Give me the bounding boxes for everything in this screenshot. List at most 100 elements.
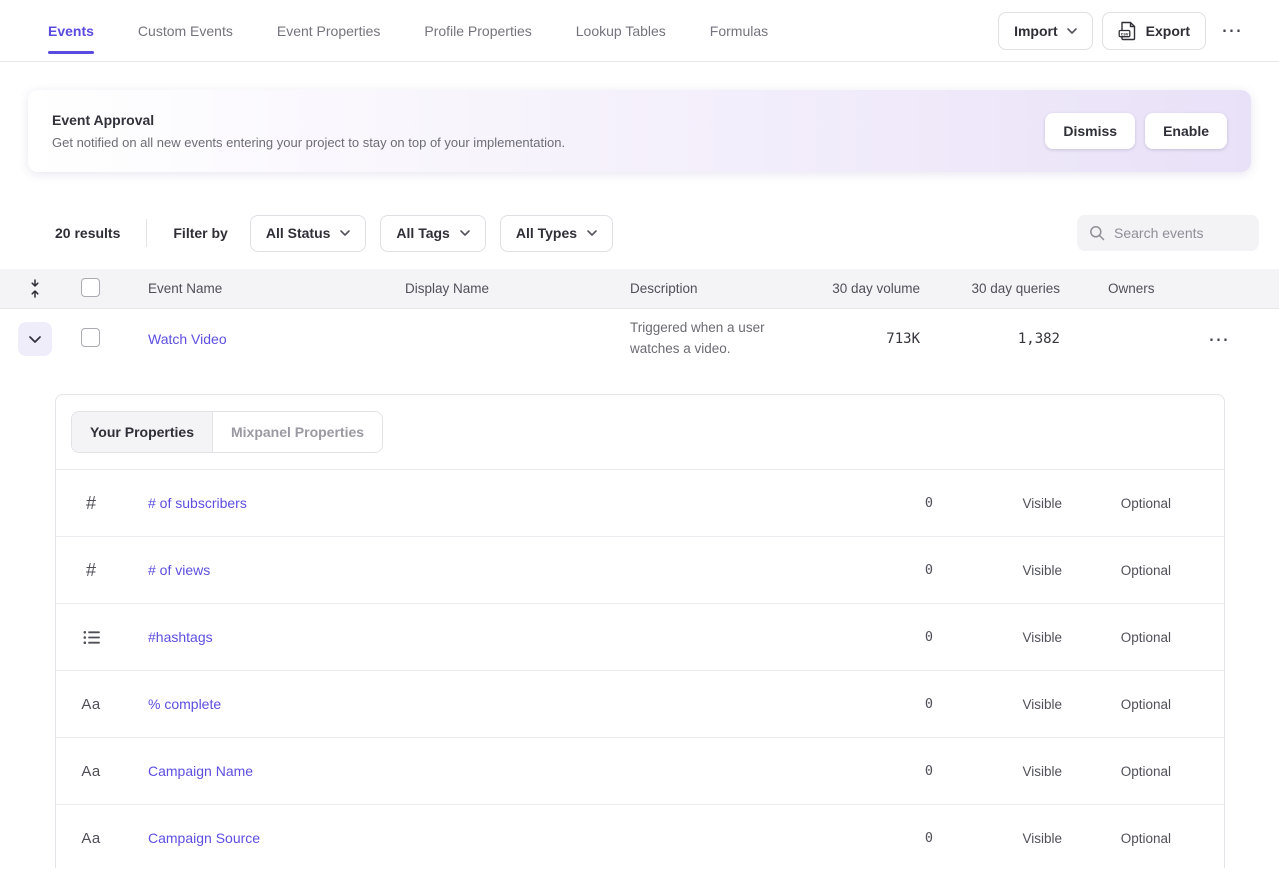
filter-dropdown[interactable]: All Status — [250, 215, 367, 252]
column-30-day-volume: 30 day volume — [810, 281, 920, 296]
chevron-down-icon — [340, 230, 350, 236]
property-name-link[interactable]: # of views — [148, 562, 210, 578]
filter-by-label: Filter by — [173, 225, 227, 241]
property-visibility: Visible — [933, 764, 1062, 779]
collapse-row-button[interactable] — [18, 322, 52, 356]
event-name-link[interactable]: Watch Video — [148, 331, 405, 347]
nav-tab[interactable]: Formulas — [710, 0, 768, 61]
property-name-link[interactable]: Campaign Name — [148, 763, 253, 779]
filter-dropdown-label: All Tags — [396, 225, 449, 241]
property-requirement: Optional — [1062, 831, 1171, 846]
properties-tab[interactable]: Mixpanel Properties — [212, 412, 382, 452]
import-button[interactable]: Import — [998, 12, 1093, 50]
import-button-label: Import — [1014, 23, 1058, 39]
property-count: 0 — [823, 763, 933, 779]
event-approval-banner: Event Approval Get notified on all new e… — [28, 90, 1251, 172]
chevron-down-icon — [587, 230, 597, 236]
nav-tab-label: Profile Properties — [424, 23, 531, 39]
nav-tab[interactable]: Events — [48, 0, 94, 61]
nav-tab[interactable]: Lookup Tables — [576, 0, 666, 61]
column-description: Description — [630, 281, 810, 296]
filter-toolbar: 20 results Filter by All Status All Tags… — [0, 214, 1279, 252]
property-name-link[interactable]: % complete — [148, 696, 221, 712]
svg-text:csv: csv — [1120, 31, 1128, 36]
property-type-icon: # Aa — [56, 493, 126, 514]
divider — [146, 219, 147, 247]
active-tab-underline — [48, 51, 94, 54]
export-button[interactable]: csv Export — [1102, 12, 1206, 50]
filter-dropdowns: All Status All Tags All Types — [250, 215, 613, 252]
text-type-icon: Aa — [81, 696, 100, 713]
search-box[interactable] — [1077, 215, 1259, 251]
list-type-icon — [83, 630, 100, 645]
filter-dropdown-label: All Types — [516, 225, 577, 241]
property-requirement: Optional — [1062, 697, 1171, 712]
property-row: # Aa Campaign Source 0 Visible Optional — [56, 805, 1224, 868]
nav-tab-label: Formulas — [710, 23, 768, 39]
property-row: # Aa Campaign Name 0 Visible Optional — [56, 738, 1224, 805]
search-input[interactable] — [1114, 225, 1247, 241]
collapse-all-icon[interactable] — [0, 279, 70, 298]
properties-tab-label: Your Properties — [90, 424, 194, 440]
nav-tab-label: Lookup Tables — [576, 23, 666, 39]
property-visibility: Visible — [933, 630, 1062, 645]
filter-dropdown[interactable]: All Tags — [380, 215, 485, 252]
filter-dropdown[interactable]: All Types — [500, 215, 613, 252]
column-owners: Owners — [1060, 281, 1279, 296]
csv-file-icon: csv — [1118, 21, 1137, 41]
property-row: # Aa # of views 0 Visible Optional — [56, 537, 1224, 604]
property-name-link[interactable]: # of subscribers — [148, 495, 247, 511]
properties-tabs: Your Properties Mixpanel Properties — [71, 411, 383, 453]
text-type-icon: Aa — [81, 763, 100, 780]
property-count: 0 — [823, 696, 933, 712]
column-30-day-queries: 30 day queries — [920, 281, 1060, 296]
chevron-down-icon — [1067, 28, 1077, 34]
results-count: 20 results — [55, 225, 120, 241]
dismiss-button[interactable]: Dismiss — [1045, 113, 1135, 149]
event-row: Watch Video Triggered when a user watche… — [0, 309, 1279, 369]
banner-description: Get notified on all new events entering … — [52, 135, 565, 150]
more-options-icon[interactable]: ⋯ — [1215, 20, 1249, 41]
banner-title: Event Approval — [52, 112, 565, 128]
filter-dropdown-label: All Status — [266, 225, 331, 241]
events-table-header: Event Name Display Name Description 30 d… — [0, 269, 1279, 309]
number-type-icon: # — [86, 493, 96, 514]
property-visibility: Visible — [933, 563, 1062, 578]
property-row: # Aa # of subscribers 0 Visible Optional — [56, 470, 1224, 537]
property-type-icon: # Aa — [56, 696, 126, 713]
properties-tab[interactable]: Your Properties — [72, 412, 212, 452]
column-display-name: Display Name — [405, 281, 630, 296]
properties-list: # Aa # of subscribers 0 Visible Optional — [56, 470, 1224, 868]
property-count: 0 — [823, 629, 933, 645]
properties-panel: Your Properties Mixpanel Properties # — [55, 394, 1225, 868]
property-count: 0 — [823, 495, 933, 511]
event-description: Triggered when a user watches a video. — [630, 318, 810, 360]
text-type-icon: Aa — [81, 830, 100, 847]
event-30-day-queries: 1,382 — [920, 331, 1060, 347]
enable-button[interactable]: Enable — [1145, 113, 1227, 149]
row-menu-icon[interactable]: ⋯ — [1202, 329, 1236, 350]
property-requirement: Optional — [1062, 496, 1171, 511]
search-icon — [1089, 225, 1105, 241]
property-visibility: Visible — [933, 697, 1062, 712]
property-count: 0 — [823, 830, 933, 846]
property-requirement: Optional — [1062, 563, 1171, 578]
export-button-label: Export — [1146, 23, 1190, 39]
event-30-day-volume: 713K — [810, 331, 920, 347]
chevron-down-icon — [460, 230, 470, 236]
property-type-icon: # Aa — [56, 830, 126, 847]
properties-tab-label: Mixpanel Properties — [231, 424, 364, 440]
nav-tab[interactable]: Profile Properties — [424, 0, 531, 61]
property-count: 0 — [823, 562, 933, 578]
property-requirement: Optional — [1062, 630, 1171, 645]
nav-tab[interactable]: Event Properties — [277, 0, 381, 61]
row-checkbox[interactable] — [81, 328, 100, 347]
property-name-link[interactable]: #hashtags — [148, 629, 213, 645]
property-visibility: Visible — [933, 831, 1062, 846]
nav-tab-label: Event Properties — [277, 23, 381, 39]
property-name-link[interactable]: Campaign Source — [148, 830, 260, 846]
nav-tab-label: Custom Events — [138, 23, 233, 39]
select-all-checkbox[interactable] — [81, 278, 100, 297]
nav-tab-label: Events — [48, 23, 94, 39]
nav-tab[interactable]: Custom Events — [138, 0, 233, 61]
